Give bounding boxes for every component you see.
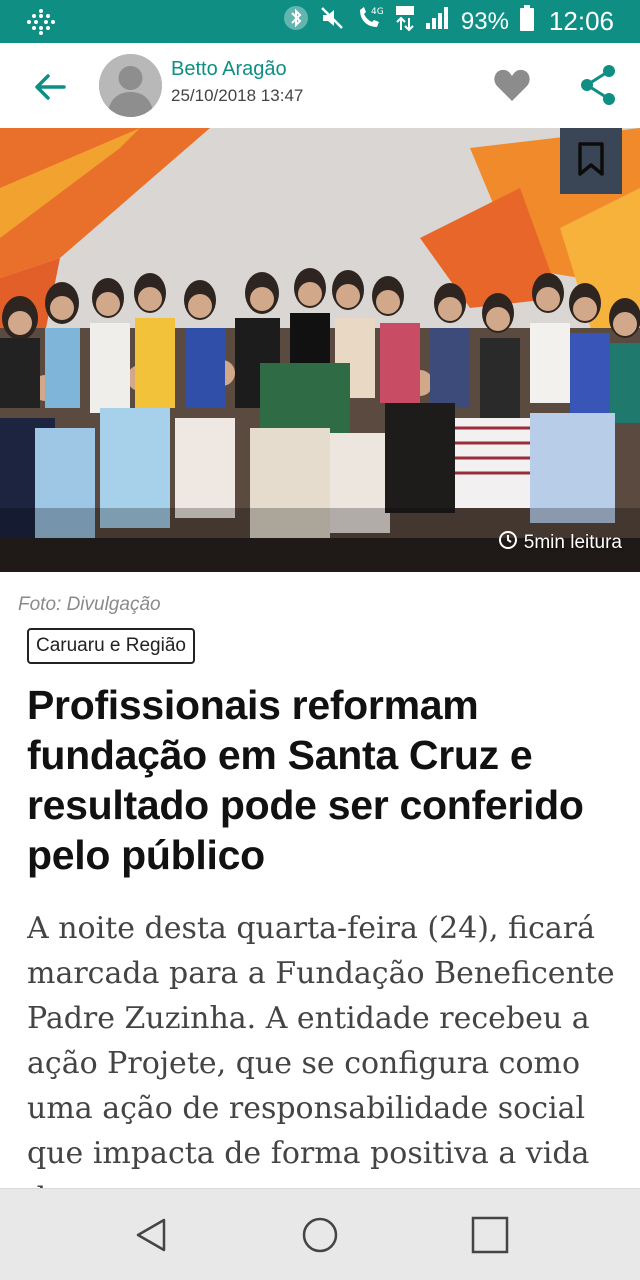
- avatar[interactable]: [99, 54, 162, 117]
- bookmark-button[interactable]: [560, 128, 622, 194]
- bookmark-icon: [576, 141, 606, 182]
- system-nav-bar: [0, 1188, 640, 1280]
- volte-call-icon: 4G: [355, 4, 385, 39]
- read-time-label: 5min leitura: [523, 532, 622, 553]
- heart-icon[interactable]: [492, 65, 532, 105]
- home-circle-icon[interactable]: [300, 1215, 340, 1255]
- status-icons: 4G 93% 12:06: [283, 0, 614, 43]
- network-label: 4G: [371, 7, 384, 17]
- article-body: A noite desta quarta-feira (24), ficará …: [27, 911, 615, 1188]
- clock-icon: [498, 530, 518, 556]
- publish-date: 25/10/2018 13:47: [171, 86, 304, 105]
- app-header: Betto Aragão 25/10/2018 13:47: [0, 43, 640, 128]
- category-tag[interactable]: Caruaru e Região: [27, 628, 195, 664]
- back-triangle-icon[interactable]: [131, 1215, 171, 1255]
- back-arrow-icon[interactable]: [28, 65, 72, 109]
- signal-icon: [425, 5, 451, 38]
- article-photo: [0, 128, 640, 572]
- notification-dots-icon: [26, 8, 56, 36]
- mute-icon: [319, 5, 345, 38]
- article-headline: Profissionais reformam fundação em Santa…: [27, 682, 584, 878]
- clock-time: 12:06: [548, 6, 614, 36]
- bluetooth-icon: [283, 5, 309, 38]
- status-bar: 4G 93% 12:06: [0, 0, 640, 43]
- recents-square-icon[interactable]: [470, 1215, 510, 1255]
- author-name[interactable]: Betto Aragão: [171, 58, 287, 81]
- group-photo-illustration: [0, 128, 640, 572]
- data-arrows-icon: [395, 4, 415, 39]
- share-icon[interactable]: [578, 63, 618, 107]
- battery-percent: 93%: [460, 7, 509, 35]
- photo-caption: Foto: Divulgação: [18, 594, 161, 615]
- battery-icon: [519, 4, 535, 39]
- read-time: 5min leitura: [498, 530, 622, 556]
